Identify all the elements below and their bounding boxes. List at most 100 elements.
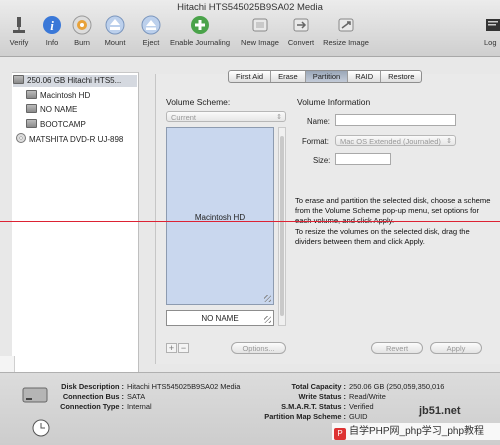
write-status-label: Write Status : [298, 392, 347, 401]
eject-icon [141, 15, 161, 35]
new-image-icon [252, 18, 268, 32]
sidebar-item-label: MATSHITA DVD-R UJ-898 [29, 135, 124, 144]
journaling-icon [191, 16, 209, 34]
svg-text:i: i [50, 18, 54, 33]
volume-scheme-value: Current [171, 113, 197, 122]
verify-label: Verify [9, 38, 29, 47]
log-button[interactable]: Log [484, 15, 500, 47]
total-capacity-label: Total Capacity : [291, 382, 346, 391]
window-title: Hitachi HTS545025B9SA02 Media [177, 2, 323, 13]
tab-raid[interactable]: RAID [348, 71, 382, 82]
guide-line [0, 221, 500, 222]
tab-erase[interactable]: Erase [271, 71, 306, 82]
name-field[interactable] [335, 114, 456, 126]
eject-label: Eject [142, 38, 160, 47]
sidebar-item-label: BOOTCAMP [40, 120, 86, 129]
resize-grip-icon[interactable] [264, 295, 271, 302]
help-paragraph: To resize the volumes on the selected di… [295, 226, 470, 246]
format-value: Mac OS Extended (Journaled) [340, 137, 441, 146]
connection-bus-label: Connection Bus : [62, 392, 124, 401]
info-icon: i [43, 16, 61, 34]
sidebar-item-bootcamp[interactable]: BOOTCAMP [26, 119, 86, 131]
sidebar-item-macintosh-hd[interactable]: Macintosh HD [26, 90, 90, 102]
convert-button[interactable]: Convert [286, 15, 316, 47]
new-image-button[interactable]: New Image [239, 15, 281, 47]
eject-button[interactable]: Eject [138, 15, 164, 47]
new-image-label: New Image [241, 38, 279, 47]
disk-description-value: Hitachi HTS545025B9SA02 Media [127, 382, 241, 391]
scrollbar-thumb[interactable] [280, 136, 284, 316]
tab-restore[interactable]: Restore [381, 71, 421, 82]
device-sidebar [12, 72, 139, 373]
enable-journaling-button[interactable]: Enable Journaling [168, 15, 232, 47]
convert-icon [293, 18, 309, 32]
partition-map-label: Partition Map Scheme : [264, 412, 346, 421]
hard-disk-icon [22, 387, 48, 403]
revert-button[interactable]: Revert [371, 342, 423, 354]
name-label: Name: [307, 117, 330, 126]
volume-scheme-popup[interactable]: Current ⇕ [166, 111, 286, 122]
volume-block-macintosh-hd[interactable]: Macintosh HD [166, 127, 274, 305]
resize-image-icon [338, 18, 354, 32]
mount-label: Mount [104, 38, 126, 47]
optical-drive-icon [16, 133, 26, 143]
popup-arrows-icon: ⇕ [276, 114, 282, 121]
tab-partition[interactable]: Partition [305, 71, 349, 82]
resize-image-label: Resize Image [323, 38, 369, 47]
clock-icon [32, 419, 50, 437]
enable-journaling-label: Enable Journaling [169, 38, 231, 47]
info-label: Info [45, 38, 59, 47]
volume-block-no-name[interactable]: NO NAME [166, 310, 274, 326]
log-label: Log [484, 38, 497, 47]
resize-grip-icon[interactable] [264, 316, 271, 323]
volume-scrollbar[interactable] [278, 127, 286, 326]
watermark-text: 自学PHP网_php学习_php教程 [349, 426, 485, 437]
tab-bar: First Aid Erase Partition RAID Restore [228, 70, 423, 83]
log-icon [486, 19, 500, 31]
tab-first-aid[interactable]: First Aid [229, 71, 272, 82]
mount-icon [105, 15, 125, 35]
watermark-banner: P 自学PHP网_php学习_php教程 [332, 423, 500, 440]
sidebar-item-label: NO NAME [40, 105, 78, 114]
sidebar-item-disk[interactable]: 250.06 GB Hitachi HTS5... [13, 75, 137, 87]
info-button[interactable]: i Info [40, 15, 64, 47]
volume-scheme-label: Volume Scheme: [166, 97, 231, 107]
sidebar-item-dvd[interactable]: MATSHITA DVD-R UJ-898 [16, 133, 123, 145]
verify-button[interactable]: Verify [2, 15, 36, 47]
smart-status-label: S.M.A.R.T. Status : [281, 402, 346, 411]
php-logo-icon: P [334, 428, 346, 440]
total-capacity-value: 250.06 GB (250,059,350,016 [349, 382, 445, 391]
toolbar: Hitachi HTS545025B9SA02 Media Verify i I… [0, 0, 500, 57]
disk-description-label: Disk Description : [61, 382, 124, 391]
convert-label: Convert [287, 38, 315, 47]
help-paragraph: To erase and partition the selected disk… [295, 196, 491, 226]
partition-map-value: GUID [349, 412, 368, 421]
mount-button[interactable]: Mount [101, 15, 129, 47]
burn-icon [72, 15, 92, 35]
add-volume-button[interactable]: + [166, 343, 177, 353]
sidebar-item-no-name[interactable]: NO NAME [26, 104, 77, 116]
format-label: Format: [302, 137, 329, 146]
connection-bus-value: SATA [127, 392, 146, 401]
remove-volume-button[interactable]: − [178, 343, 189, 353]
apply-button[interactable]: Apply [430, 342, 482, 354]
connection-type-value: Internal [127, 402, 152, 411]
size-label: Size: [313, 156, 331, 165]
volume-information-label: Volume Information [297, 97, 371, 107]
watermark-site: jb51.net [419, 405, 461, 417]
sidebar-item-label: Macintosh HD [40, 91, 91, 100]
sidebar-item-label: 250.06 GB Hitachi HTS5... [27, 76, 122, 85]
options-button[interactable]: Options... [231, 342, 286, 354]
volume-icon [26, 90, 37, 99]
volume-name: NO NAME [201, 314, 239, 323]
size-field[interactable] [335, 153, 391, 165]
microscope-icon [13, 17, 25, 33]
burn-label: Burn [74, 38, 90, 47]
write-status-value: Read/Write [349, 392, 386, 401]
hard-disk-icon [13, 75, 24, 84]
volume-icon [26, 119, 37, 128]
burn-button[interactable]: Burn [70, 15, 94, 47]
format-popup[interactable]: Mac OS Extended (Journaled) ⇕ [335, 135, 456, 146]
connection-type-label: Connection Type : [60, 402, 124, 411]
resize-image-button[interactable]: Resize Image [321, 15, 371, 47]
